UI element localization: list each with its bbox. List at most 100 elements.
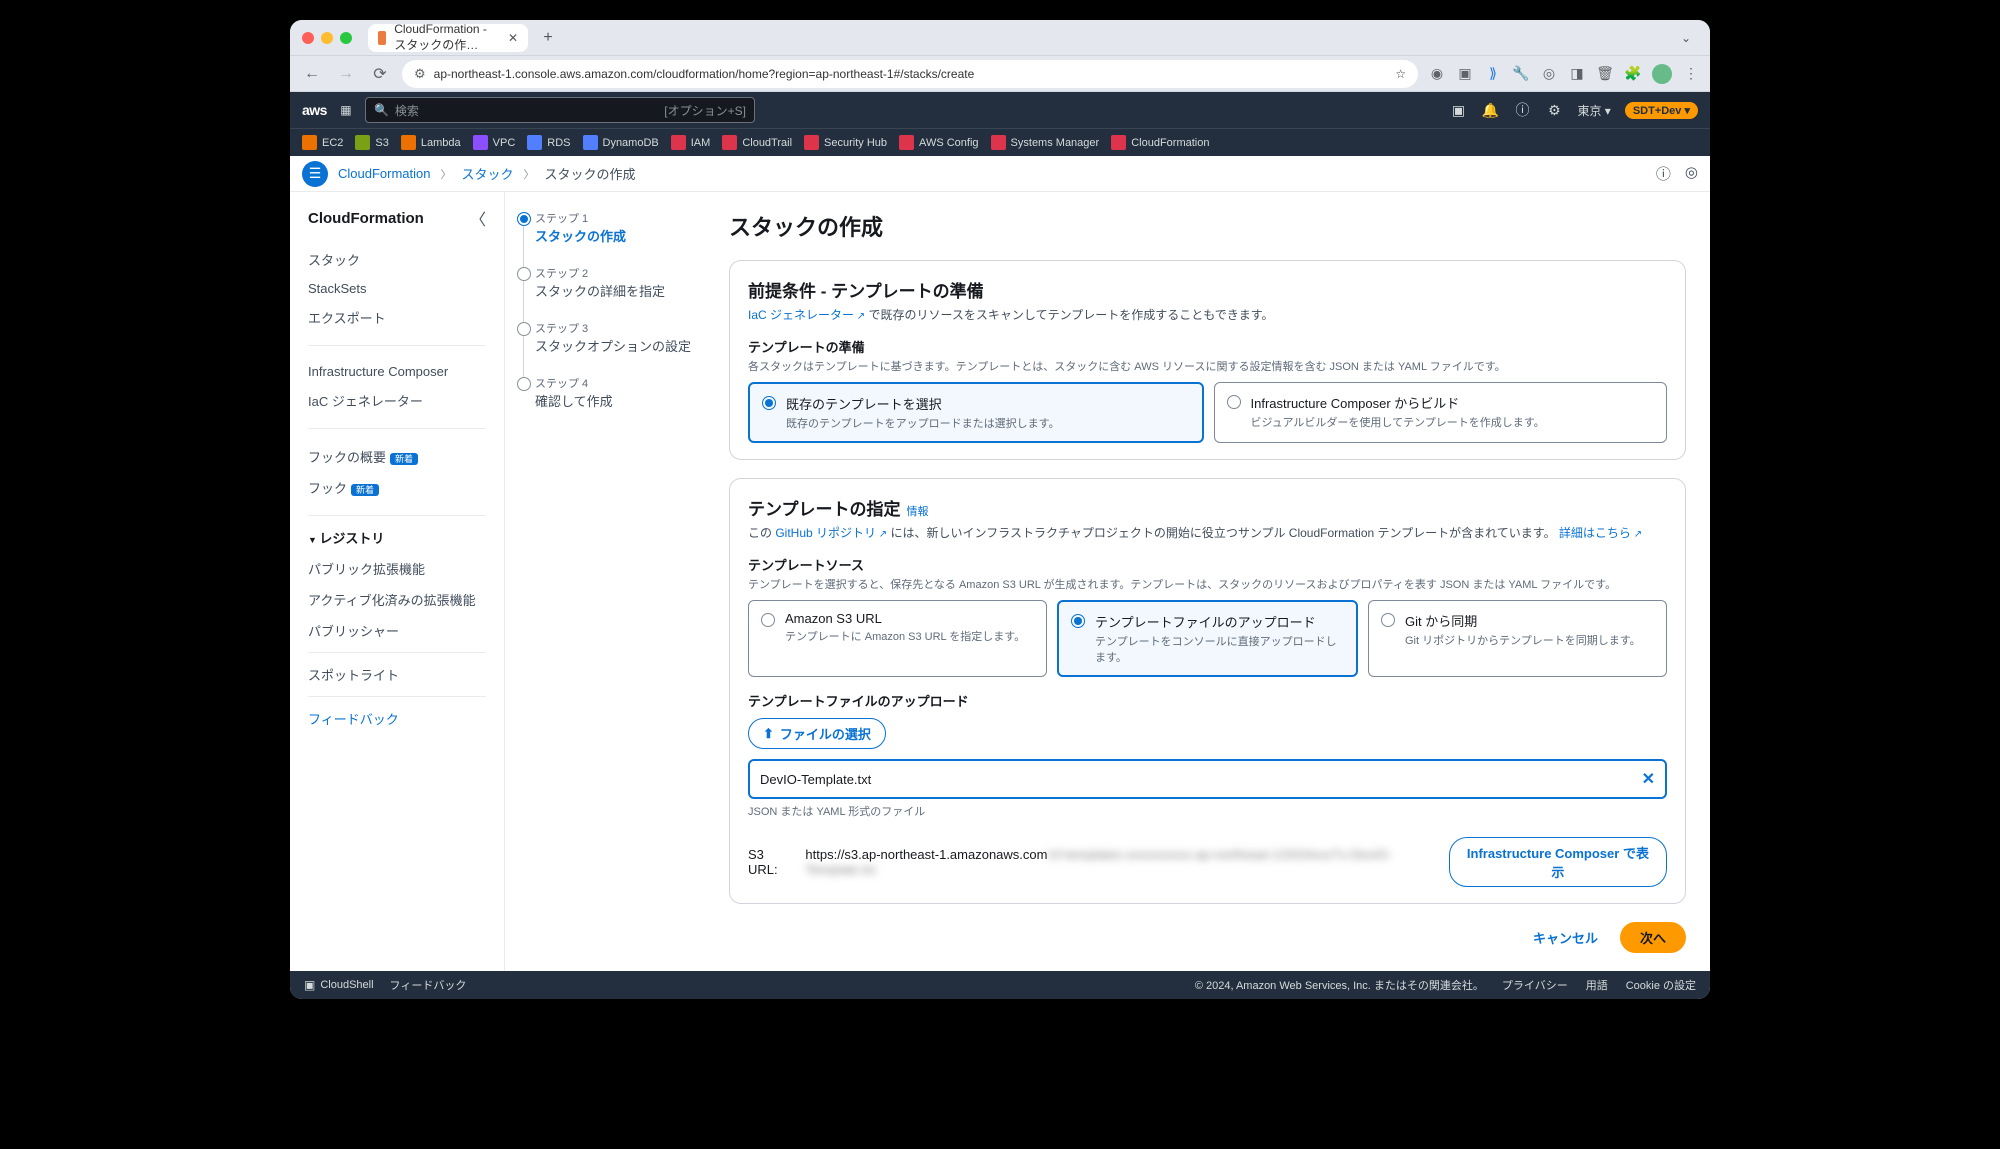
svc-systemsmanager[interactable]: Systems Manager xyxy=(991,135,1100,150)
sidebar-stacksets[interactable]: StackSets xyxy=(290,275,504,302)
wizard-step-1[interactable]: ステップ 1 スタックの作成 xyxy=(509,210,695,265)
svc-awsconfig[interactable]: AWS Config xyxy=(899,135,979,150)
wizard-step-2[interactable]: ステップ 2 スタックの詳細を指定 xyxy=(509,265,695,320)
crumb-stacks[interactable]: スタック xyxy=(462,164,514,183)
forward-button[interactable]: → xyxy=(334,62,358,86)
ext-icon-7[interactable]: 🗑 xyxy=(1596,65,1614,83)
nav-drawer-icon[interactable]: ☰ xyxy=(302,161,328,187)
source-s3-url[interactable]: Amazon S3 URLテンプレートに Amazon S3 URL を指定しま… xyxy=(748,600,1047,677)
radio-icon xyxy=(761,613,775,627)
sidebar-registry[interactable]: レジストリ xyxy=(290,522,504,553)
svc-rds[interactable]: RDS xyxy=(527,135,570,150)
svc-cloudformation[interactable]: CloudFormation xyxy=(1111,135,1209,150)
footer-cookie[interactable]: Cookie の設定 xyxy=(1626,977,1696,993)
url-text: ap-northeast-1.console.aws.amazon.com/cl… xyxy=(434,67,975,81)
ext-icon-4[interactable]: 🔧 xyxy=(1512,65,1530,83)
svc-s3[interactable]: S3 xyxy=(355,135,388,150)
radio-icon xyxy=(762,396,776,410)
template-spec-panel: テンプレートの指定情報 この GitHub リポジトリ には、新しいインフラスト… xyxy=(729,478,1686,904)
sidebar-spotlight[interactable]: スポットライト xyxy=(290,659,504,690)
source-upload-file[interactable]: テンプレートファイルのアップロードテンプレートをコンソールに直接アップロードしま… xyxy=(1057,600,1358,677)
reload-button[interactable]: ⟳ xyxy=(368,62,392,86)
template-source-options: Amazon S3 URLテンプレートに Amazon S3 URL を指定しま… xyxy=(748,600,1667,677)
sidebar-hook-overview[interactable]: フックの概要新着 xyxy=(290,441,504,472)
extensions-icon[interactable]: 🧩 xyxy=(1624,65,1642,83)
info-link[interactable]: 情報 xyxy=(907,506,929,518)
footer-feedback[interactable]: フィードバック xyxy=(390,977,467,993)
svc-cloudtrail[interactable]: CloudTrail xyxy=(722,135,792,150)
refresh-icon[interactable]: ◎ xyxy=(1685,163,1698,184)
collapse-sidebar-icon[interactable]: 〈 xyxy=(470,206,486,230)
template-prep-help: 各スタックはテンプレートに基づきます。テンプレートとは、スタックに含む AWS … xyxy=(748,358,1667,374)
cloudshell-icon[interactable]: ▣ xyxy=(1449,101,1467,119)
close-window[interactable] xyxy=(302,32,314,44)
choose-file-button[interactable]: ⬆ファイルの選択 xyxy=(748,718,886,749)
ext-icon-3[interactable]: ⟫ xyxy=(1484,65,1502,83)
svc-lambda[interactable]: Lambda xyxy=(401,135,461,150)
crumb-cloudformation[interactable]: CloudFormation xyxy=(338,166,431,181)
ext-icon-1[interactable]: ◉ xyxy=(1428,65,1446,83)
aws-search[interactable]: 🔍 検索 [オプション+S] xyxy=(365,97,755,123)
cloudshell-button[interactable]: CloudShell xyxy=(304,978,374,992)
sidebar-activated-ext[interactable]: アクティブ化済みの拡張機能 xyxy=(290,584,504,615)
profile-avatar[interactable] xyxy=(1652,64,1672,84)
expand-tabs-icon[interactable]: ⌄ xyxy=(1674,29,1698,47)
search-icon: 🔍 xyxy=(374,103,389,117)
radio-icon xyxy=(1227,395,1241,409)
option-existing-template[interactable]: 既存のテンプレートを選択既存のテンプレートをアップロードまたは選択します。 xyxy=(748,382,1204,443)
sidebar-public-ext[interactable]: パブリック拡張機能 xyxy=(290,553,504,584)
ext-icon-6[interactable]: ◨ xyxy=(1568,65,1586,83)
sidebar-hook[interactable]: フック新着 xyxy=(290,472,504,503)
radio-icon xyxy=(1381,613,1395,627)
help-panel-icon[interactable]: ⓘ xyxy=(1656,163,1671,184)
browser-tab[interactable]: CloudFormation - スタックの作… ✕ xyxy=(368,24,528,52)
iac-generator-link[interactable]: IaC ジェネレーター xyxy=(748,308,865,322)
aws-footer: CloudShell フィードバック © 2024, Amazon Web Se… xyxy=(290,971,1710,999)
bookmark-star-icon[interactable]: ☆ xyxy=(1395,67,1406,81)
sidebar-publisher[interactable]: パブリッシャー xyxy=(290,615,504,646)
sidebar-infrastructure-composer[interactable]: Infrastructure Composer xyxy=(290,358,504,385)
url-field[interactable]: ⚙ ap-northeast-1.console.aws.amazon.com/… xyxy=(402,60,1418,88)
svc-iam[interactable]: IAM xyxy=(671,135,711,150)
back-button[interactable]: ← xyxy=(300,62,324,86)
sidebar-feedback[interactable]: フィードバック xyxy=(290,703,504,734)
svc-dynamodb[interactable]: DynamoDB xyxy=(583,135,659,150)
region-selector[interactable]: 東京 ▾ xyxy=(1577,102,1610,119)
svc-vpc[interactable]: VPC xyxy=(473,135,516,150)
services-grid-icon[interactable]: ▦ xyxy=(337,101,355,119)
browser-menu-icon[interactable]: ⋮ xyxy=(1682,65,1700,83)
account-menu[interactable]: SDT+Dev ▾ xyxy=(1625,102,1698,119)
footer-terms[interactable]: 用語 xyxy=(1586,977,1608,993)
ext-icon-2[interactable]: ▣ xyxy=(1456,65,1474,83)
wizard-step-3[interactable]: ステップ 3 スタックオプションの設定 xyxy=(509,320,695,375)
new-tab-button[interactable]: + xyxy=(536,26,560,50)
site-info-icon[interactable]: ⚙ xyxy=(414,66,426,82)
page-title: スタックの作成 xyxy=(729,210,1686,242)
view-in-composer-button[interactable]: Infrastructure Composer で表示 xyxy=(1449,837,1667,887)
clear-file-icon[interactable]: ✕ xyxy=(1642,769,1655,789)
svc-securityhub[interactable]: Security Hub xyxy=(804,135,887,150)
sidebar-export[interactable]: エクスポート xyxy=(290,302,504,333)
sidebar-iac-generator[interactable]: IaC ジェネレーター xyxy=(290,385,504,416)
github-repo-link[interactable]: GitHub リポジトリ xyxy=(775,526,887,540)
minimize-window[interactable] xyxy=(321,32,333,44)
notifications-icon[interactable]: 🔔 xyxy=(1481,101,1499,119)
option-infrastructure-composer[interactable]: Infrastructure Composer からビルドビジュアルビルダーを使… xyxy=(1214,382,1668,443)
settings-icon[interactable]: ⚙ xyxy=(1545,101,1563,119)
next-button[interactable]: 次へ xyxy=(1620,922,1686,953)
learn-more-link[interactable]: 詳細はこちら xyxy=(1559,526,1642,540)
uploaded-file-field[interactable]: DevIO-Template.txt ✕ xyxy=(748,759,1667,799)
maximize-window[interactable] xyxy=(340,32,352,44)
help-icon[interactable]: ⓘ xyxy=(1513,101,1531,119)
cancel-button[interactable]: キャンセル xyxy=(1523,922,1608,953)
svc-ec2[interactable]: EC2 xyxy=(302,135,343,150)
wizard-step-4[interactable]: ステップ 4 確認して作成 xyxy=(509,375,695,430)
template-prep-label: テンプレートの準備 xyxy=(748,337,1667,356)
aws-logo[interactable]: aws xyxy=(302,102,327,118)
footer-privacy[interactable]: プライバシー xyxy=(1502,977,1568,993)
cloudformation-favicon xyxy=(378,31,386,45)
ext-icon-5[interactable]: ◎ xyxy=(1540,65,1558,83)
close-tab-icon[interactable]: ✕ xyxy=(508,31,518,45)
sidebar-stacks[interactable]: スタック xyxy=(290,244,504,275)
source-git-sync[interactable]: Git から同期Git リポジトリからテンプレートを同期します。 xyxy=(1368,600,1667,677)
